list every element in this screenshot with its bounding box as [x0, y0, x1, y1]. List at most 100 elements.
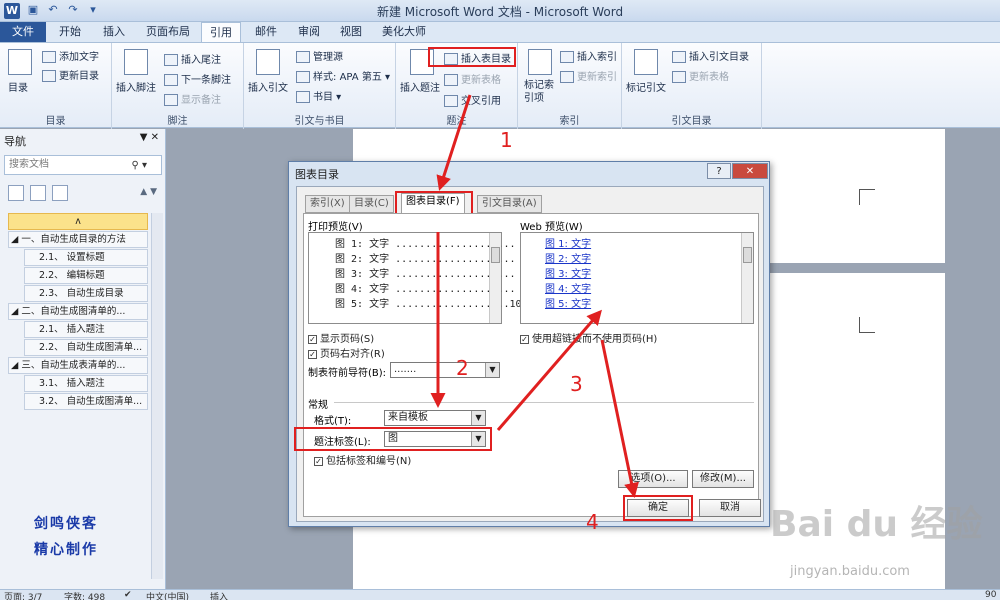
nav-heading-list: ᴧ ◢ 一、自动生成目录的方法 2.1、 设置标题 2.2、 编辑标题 2.3、 自动生… [8, 213, 148, 411]
web-preview-link: 图 4: 文字 [545, 284, 592, 295]
status-zoom[interactable]: 90 [985, 590, 996, 600]
checkbox-checked[interactable]: ✓ [520, 334, 529, 344]
bibliography-icon [296, 91, 310, 103]
nav-search-input[interactable]: 搜索文档 ⚲ ▾ [4, 155, 162, 175]
nav-heading-item[interactable]: 2.3、 自动生成目录 [24, 285, 148, 302]
nav-heading-item[interactable]: 2.1、 插入题注 [24, 321, 148, 338]
scroll-thumb[interactable] [743, 247, 752, 263]
options-button[interactable]: 选项(O)... [618, 470, 688, 488]
chevron-down-icon[interactable]: ▼ [471, 411, 485, 425]
insert-caption-button[interactable]: 插入题注 [400, 79, 440, 94]
chevron-down-icon[interactable]: ▼ [485, 363, 499, 377]
tab-leader-select[interactable]: ....... ▼ [390, 362, 500, 378]
group-label-toc: 目录 [45, 116, 66, 127]
status-mode[interactable]: 插入 [210, 590, 228, 600]
insert-toa-button[interactable]: 插入引文目录 [672, 48, 749, 63]
tab-home[interactable]: 开始 [50, 22, 90, 42]
tab-page-layout[interactable]: 页面布局 [138, 22, 198, 42]
insert-citation-button[interactable]: 插入引文 [248, 79, 288, 94]
nav-heading-item[interactable]: ◢ 一、自动生成目录的方法 [8, 231, 148, 248]
nav-close-icon[interactable]: ▼ ✕ [140, 132, 159, 143]
status-bar: 页面: 3/7 字数: 498 ✔ 中文(中国) 插入 90 [0, 589, 1000, 600]
help-icon[interactable]: ? [707, 163, 731, 179]
checkbox-checked[interactable]: ✓ [314, 456, 323, 466]
add-text-button[interactable]: 添加文字 [42, 48, 99, 63]
group-toa: 标记引文 插入引文目录 更新表格 引文目录 [622, 43, 762, 129]
group-label-citation: 引文与书目 [294, 116, 345, 127]
cancel-button[interactable]: 取消 [699, 499, 761, 517]
style-selector[interactable]: 样式: APA 第五 ▾ [296, 68, 390, 83]
toc-icon [8, 49, 32, 75]
spellcheck-icon[interactable]: ✔ [124, 590, 132, 600]
print-preview-scrollbar[interactable] [489, 233, 501, 323]
nav-heading-item[interactable]: 3.2、 自动生成图清单... [24, 393, 148, 410]
nav-heading-item[interactable]: ◢ 二、自动生成图清单的... [8, 303, 148, 320]
checkbox-checked[interactable]: ✓ [308, 334, 317, 344]
use-hyperlinks-checkbox[interactable]: ✓ 使用超链接而不使用页码(H) [520, 330, 657, 345]
tab-review[interactable]: 审阅 [289, 22, 329, 42]
tab-insert[interactable]: 插入 [94, 22, 134, 42]
checkbox-checked[interactable]: ✓ [308, 349, 317, 359]
search-icon[interactable]: ⚲ ▾ [131, 157, 147, 175]
bibliography-button[interactable]: 书目 ▾ [296, 88, 341, 103]
annotation-number-1: 1 [500, 128, 513, 152]
close-icon[interactable]: ✕ [732, 163, 768, 179]
pages-view-icon[interactable] [30, 185, 46, 201]
insert-footnote-button[interactable]: 插入脚注 [116, 79, 156, 94]
format-select[interactable]: 来自模板 ▼ [384, 410, 486, 426]
insert-endnote-button[interactable]: 插入尾注 [164, 51, 221, 66]
group-index: 标记索引项 插入索引 更新索引 索引 [518, 43, 622, 129]
tab-view[interactable]: 视图 [331, 22, 371, 42]
page-corner-mark [859, 189, 875, 205]
web-preview-scrollbar[interactable] [741, 233, 753, 323]
nav-scrollbar[interactable] [151, 213, 163, 579]
print-preview-box: 图 1: 文字 .................... 1 图 2: 文字 .… [308, 232, 528, 324]
update-table-icon [444, 74, 458, 86]
tab-mailings[interactable]: 邮件 [246, 22, 286, 42]
modify-button[interactable]: 修改(M)... [692, 470, 754, 488]
cross-reference-button[interactable]: 交叉引用 [444, 92, 501, 107]
group-label-toa: 引文目录 [671, 116, 712, 127]
manage-sources-icon [296, 51, 310, 63]
nav-collapse-icon[interactable]: ᴧ [8, 213, 148, 230]
nav-heading-item[interactable]: 2.2、 编辑标题 [24, 267, 148, 284]
status-page[interactable]: 页面: 3/7 [4, 590, 42, 600]
web-preview-link: 图 1: 文字 [545, 239, 592, 250]
scroll-thumb[interactable] [491, 247, 500, 263]
update-index-button[interactable]: 更新索引 [560, 68, 617, 83]
web-preview-link: 图 3: 文字 [545, 269, 592, 280]
update-toc-button[interactable]: 更新目录 [42, 67, 99, 82]
mark-entry-button[interactable]: 标记索引项 [524, 79, 554, 105]
status-words[interactable]: 字数: 498 [64, 590, 105, 600]
tab-references[interactable]: 引用 [201, 22, 241, 43]
mark-citation-button[interactable]: 标记引文 [626, 79, 666, 94]
print-preview-label: 打印预览(V) [308, 222, 363, 233]
status-language[interactable]: 中文(中国) [146, 590, 189, 600]
include-label-checkbox[interactable]: ✓ 包括标签和编号(N) [314, 452, 411, 467]
headings-view-icon[interactable] [8, 185, 24, 201]
tab-file[interactable]: 文件 [0, 22, 46, 42]
show-notes-button[interactable]: 显示备注 [164, 91, 221, 106]
tab-beautify[interactable]: 美化大师 [374, 22, 434, 42]
next-footnote-button[interactable]: 下一条脚注 [164, 71, 231, 86]
nav-heading-item[interactable]: 3.1、 插入题注 [24, 375, 148, 392]
update-table-button[interactable]: 更新表格 [444, 71, 501, 86]
insert-index-button[interactable]: 插入索引 [560, 48, 617, 63]
nav-heading-item[interactable]: 2.1、 设置标题 [24, 249, 148, 266]
tab-index[interactable]: 索引(X) [305, 195, 350, 213]
results-view-icon[interactable] [52, 185, 68, 201]
show-page-numbers-checkbox[interactable]: ✓ 显示页码(S) [308, 330, 374, 345]
manage-sources-button[interactable]: 管理源 [296, 48, 343, 63]
update-toa-button[interactable]: 更新表格 [672, 68, 729, 83]
table-of-figures-dialog: 图表目录 ? ✕ 索引(X) 目录(C) 图表目录(F) 引文目录(A) 打印预… [288, 161, 770, 527]
nav-heading-item[interactable]: 2.2、 自动生成图清单... [24, 339, 148, 356]
footnote-icon [124, 49, 148, 75]
tab-table-of-authorities[interactable]: 引文目录(A) [477, 195, 542, 213]
nav-heading-item[interactable]: ◢ 三、自动生成表清单的... [8, 357, 148, 374]
toc-button[interactable]: 目录 [8, 79, 28, 94]
mark-entry-icon [528, 49, 552, 75]
right-align-checkbox[interactable]: ✓ 页码右对齐(R) [308, 345, 385, 360]
nav-prev-next-icons[interactable]: ▲ ▼ [140, 187, 157, 197]
general-section-label: 常规 [308, 400, 328, 411]
tab-toc[interactable]: 目录(C) [349, 195, 394, 213]
